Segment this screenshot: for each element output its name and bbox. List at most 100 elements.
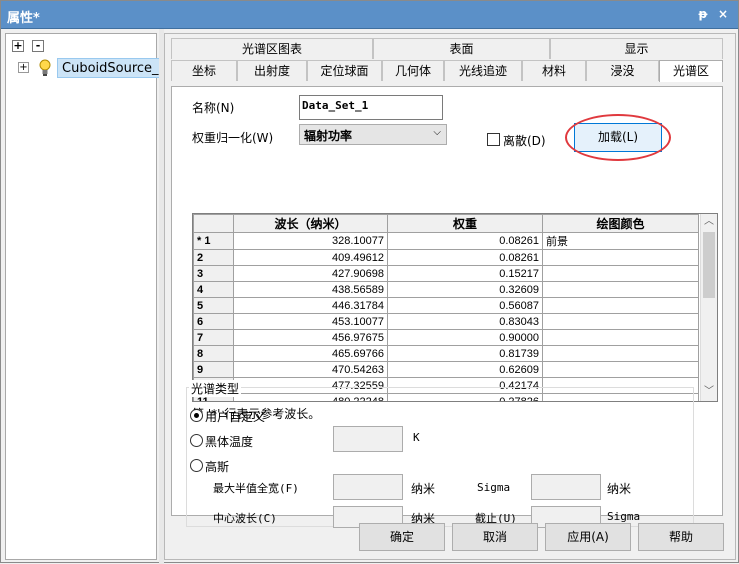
blackbody-radio[interactable] [190,434,203,447]
discrete-checkbox[interactable] [487,133,500,146]
tab-ray-trace[interactable]: 光线追迹 [444,60,522,81]
row-header: 4 [193,281,234,298]
wavelength-cell[interactable]: 446.31784 [233,297,388,314]
wavelength-cell[interactable]: 427.90698 [233,265,388,282]
sigma-label: Sigma [477,481,511,494]
wavelength-cell[interactable]: 438.56589 [233,281,388,298]
tab-display[interactable]: 显示 [550,38,723,59]
row-header: 6 [193,313,234,330]
table-row[interactable]: 6 453.10077 0.83043 [193,313,699,330]
spectral-region-page: 名称(N) Data_Set_1 权重归一化(W) 辐射功率 ⌵ 离散(D) 加… [171,86,723,528]
spectrum-table: 波长（纳米） 权重 绘图颜色 * 1 328.10077 0.08261 前景 2 409… [193,214,699,401]
sigma-input[interactable] [531,474,601,500]
wavelength-cell[interactable]: 453.10077 [233,313,388,330]
tab-spectral-region[interactable]: 光谱区 [659,60,723,82]
tree-expander-icon[interactable]: + [18,62,29,73]
tab-surface[interactable]: 表面 [373,38,550,59]
plot-color-cell[interactable] [542,249,699,266]
table-row[interactable]: 3 427.90698 0.15217 [193,265,699,282]
weight-normalization-select[interactable]: 辐射功率 ⌵ [299,124,447,145]
weight-cell[interactable]: 0.81739 [387,345,543,362]
tab-spectrum-chart[interactable]: 光谱区图表 [171,38,373,59]
weight-cell[interactable]: 0.90000 [387,329,543,346]
spectrum-type-group-label: 光谱类型 [189,380,242,397]
weight-cell[interactable]: 0.08261 [387,249,543,266]
scroll-up-icon[interactable]: ︿ [701,214,717,230]
chevron-down-icon: ⌵ [433,127,441,138]
table-row[interactable]: 5 446.31784 0.56087 [193,297,699,314]
wavelength-header[interactable]: 波长（纳米） [233,214,388,233]
scroll-down-icon[interactable]: ﹀ [701,384,717,400]
wavelength-cell[interactable]: 456.97675 [233,329,388,346]
weight-cell[interactable]: 0.56087 [387,297,543,314]
tab-emittance[interactable]: 出射度 [237,60,307,81]
row-header: 2 [193,249,234,266]
tab-material[interactable]: 材料 [522,60,586,81]
plot-color-cell[interactable] [542,313,699,330]
properties-window: 属性* ᵽ × + - + CuboidSource_1 光谱区图表 表面 显示… [0,0,739,564]
apply-button[interactable]: 应用(A) [545,523,631,551]
center-wavelength-label: 中心波长(C) [213,512,277,525]
plot-color-cell[interactable] [542,361,699,378]
plot-color-header[interactable]: 绘图颜色 [542,214,699,233]
discrete-label: 离散(D) [503,134,546,148]
weight-cell[interactable]: 0.83043 [387,313,543,330]
plot-color-cell[interactable] [542,329,699,346]
blackbody-temperature-input[interactable] [333,426,403,452]
weight-cell[interactable]: 0.62609 [387,361,543,378]
plot-color-cell[interactable]: 前景 [542,232,699,250]
expand-all-button[interactable]: + [12,40,24,52]
row-header: 5 [193,297,234,314]
user-defined-radio[interactable] [190,409,203,422]
weight-cell[interactable]: 0.08261 [387,232,543,250]
sigma-unit-label: 纳米 [607,482,632,496]
table-row[interactable]: 7 456.97675 0.90000 [193,329,699,346]
plot-color-cell[interactable] [542,297,699,314]
kelvin-unit-label: K [413,431,420,444]
tree-node-label[interactable]: CuboidSource_1 [57,58,172,78]
pin-icon[interactable]: ᵽ [695,6,711,22]
plot-color-cell[interactable] [542,281,699,298]
table-row[interactable]: 9 470.54263 0.62609 [193,361,699,378]
highlight-annotation [565,114,671,161]
table-row[interactable]: 8 465.69766 0.81739 [193,345,699,362]
tab-geometry[interactable]: 几何体 [382,60,444,81]
help-button[interactable]: 帮助 [638,523,724,551]
wavelength-cell[interactable]: 465.69766 [233,345,388,362]
wavelength-cell[interactable]: 470.54263 [233,361,388,378]
fwhm-label: 最大半值全宽(F) [213,482,299,495]
fwhm-input[interactable] [333,474,403,500]
weight-header[interactable]: 权重 [387,214,543,233]
plot-color-cell[interactable] [542,265,699,282]
name-input[interactable]: Data_Set_1 [299,95,443,120]
cutoff-unit-label: Sigma [607,510,641,523]
gaussian-radio[interactable] [190,459,203,472]
tab-location-sphere[interactable]: 定位球面 [307,60,382,81]
plot-color-cell[interactable] [542,345,699,362]
row-header: 9 [193,361,234,378]
weight-cell[interactable]: 0.32609 [387,281,543,298]
object-tree: + - + CuboidSource_1 [5,33,172,560]
wavelength-cell[interactable]: 409.49612 [233,249,388,266]
spectrum-grid[interactable]: 波长（纳米） 权重 绘图颜色 * 1 328.10077 0.08261 前景 2 409… [192,213,718,402]
row-header: 7 [193,329,234,346]
tab-immersion[interactable]: 浸没 [586,60,659,81]
weight-cell[interactable]: 0.15217 [387,265,543,282]
blackbody-label: 黑体温度 [205,435,254,449]
cancel-button[interactable]: 取消 [452,523,538,551]
gaussian-label: 高斯 [205,460,230,474]
properties-panel: 光谱区图表 表面 显示 坐标 出射度 定位球面 几何体 光线追迹 材料 浸没 光… [164,33,736,560]
collapse-all-button[interactable]: - [32,40,44,52]
table-row[interactable]: 4 438.56589 0.32609 [193,281,699,298]
ok-button[interactable]: 确定 [359,523,445,551]
tab-coordinates[interactable]: 坐标 [171,60,237,81]
weight-normalization-value: 辐射功率 [304,129,353,143]
row-header: * 1 [193,232,234,250]
scroll-thumb[interactable] [703,232,715,298]
close-icon[interactable]: × [715,6,731,22]
table-row[interactable]: 2 409.49612 0.08261 [193,249,699,266]
fwhm-unit-label: 纳米 [411,482,436,496]
wavelength-cell[interactable]: 328.10077 [233,232,388,250]
table-row[interactable]: * 1 328.10077 0.08261 前景 [193,232,699,250]
grid-vertical-scrollbar[interactable]: ︿ ﹀ [700,214,717,401]
